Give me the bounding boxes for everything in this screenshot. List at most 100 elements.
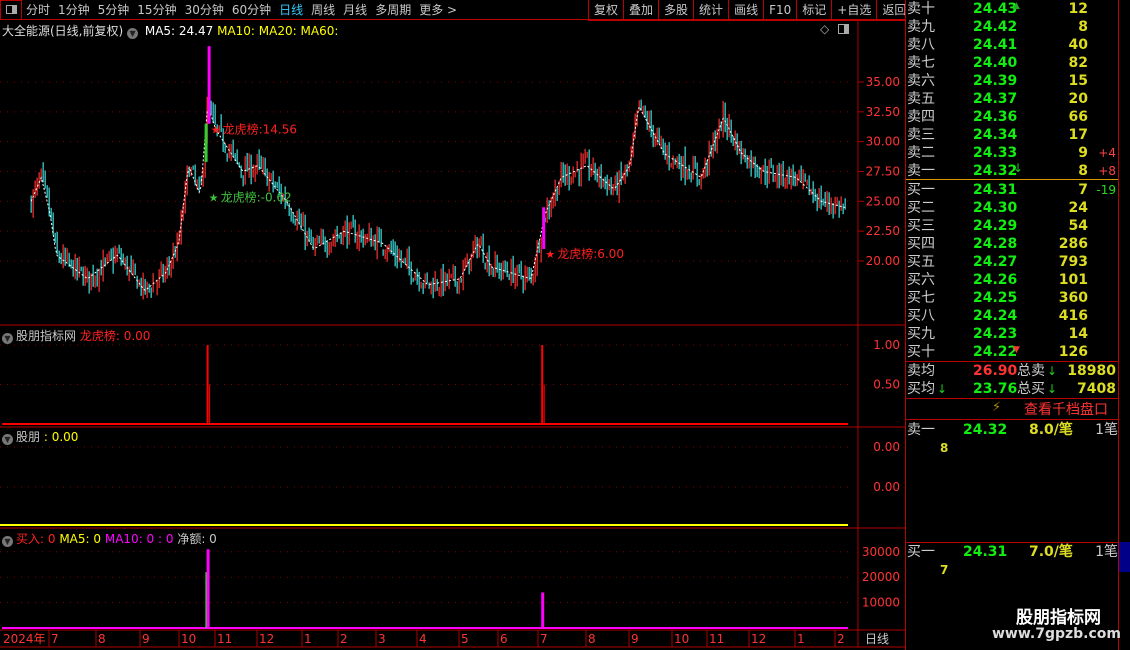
orderbook-row[interactable]: 卖七 24.40 82 bbox=[907, 54, 1118, 72]
star-icon: ★ bbox=[545, 248, 555, 261]
buy1-count: 1笔 bbox=[1095, 544, 1118, 560]
level-volume: 416 bbox=[1058, 308, 1088, 324]
ind1-tick-label: 0.50 bbox=[873, 378, 900, 392]
orderbook-row[interactable]: 买六 24.26 101 bbox=[907, 271, 1118, 289]
level-volume: 9 bbox=[1078, 145, 1088, 161]
orderbook-row[interactable]: 卖五 24.37 20 bbox=[907, 90, 1118, 108]
level-price: 24.37 bbox=[973, 91, 1018, 107]
depth-link[interactable]: 查看千档盘口 bbox=[1024, 399, 1108, 419]
orderbook-row[interactable]: 卖三 24.34 17 bbox=[907, 126, 1118, 144]
level-price: 24.27 bbox=[973, 254, 1018, 270]
level-label: 买九 bbox=[907, 326, 935, 342]
orderbook-row[interactable]: 买七 24.25 360 bbox=[907, 289, 1118, 307]
orderbook-row[interactable]: 卖八 24.41 40 bbox=[907, 36, 1118, 54]
orderbook-row[interactable]: 买八 24.24 416 bbox=[907, 307, 1118, 325]
price-tick-label: 27.50 bbox=[866, 164, 900, 178]
dragon-tiger-label: 龙虎榜:6.00 bbox=[557, 246, 624, 261]
total-sell: 18980 bbox=[1067, 363, 1116, 379]
sell1-per: 8.0/笔 bbox=[1029, 422, 1073, 438]
indicator3-legend: ▼ 买入: 0 MA5: 0 MA10: 0 : 0 净额: 0 bbox=[2, 530, 217, 547]
buy1-price: 24.31 bbox=[963, 544, 1008, 560]
level-label: 卖十 bbox=[907, 1, 935, 17]
level-label: 卖三 bbox=[907, 127, 935, 143]
level-volume: 12 bbox=[1068, 1, 1088, 17]
price-tick-label: 30.00 bbox=[866, 135, 900, 149]
level-label: 买四 bbox=[907, 236, 935, 252]
ind1-tick-label: 1.00 bbox=[873, 338, 900, 352]
level-label: 买十 bbox=[907, 344, 935, 360]
date-tick-label: 12 bbox=[751, 632, 766, 646]
level-volume: 101 bbox=[1058, 272, 1088, 288]
date-tick-label: 10 bbox=[181, 632, 196, 646]
buy1-per: 7.0/笔 bbox=[1029, 544, 1073, 560]
date-tick-label: 12 bbox=[259, 632, 274, 646]
date-tick-label: 7 bbox=[540, 632, 548, 646]
limit-up-candle bbox=[207, 46, 211, 124]
arrow-up-icon: ▲ bbox=[1013, 1, 1020, 11]
ind3-ma5: MA5: 0 bbox=[59, 532, 102, 546]
level-change: +8 bbox=[1098, 164, 1116, 178]
sell1-price: 24.32 bbox=[963, 422, 1008, 438]
dropdown-icon[interactable]: ▼ bbox=[2, 434, 13, 445]
date-tick-label: 8 bbox=[588, 632, 596, 646]
level-label: 卖一 bbox=[907, 163, 935, 179]
level-volume: 8 bbox=[1078, 19, 1088, 35]
ind2-tick-label: 0.00 bbox=[873, 480, 900, 494]
date-tick-label: 2024年 bbox=[3, 632, 46, 646]
level-label: 卖五 bbox=[907, 91, 935, 107]
orderbook-row[interactable]: 卖九 24.42 8 bbox=[907, 18, 1118, 36]
avg-sell-row: 卖均 26.90 总卖 ↓ 18980 bbox=[907, 362, 1118, 380]
level-price: 24.29 bbox=[973, 218, 1018, 234]
scroll-indicator[interactable] bbox=[1119, 542, 1130, 572]
indicator2-legend: ▼ 股朋 : 0.00 bbox=[2, 428, 78, 445]
sell1-qty: 8 bbox=[940, 441, 949, 455]
orderbook-row[interactable]: 买一 24.31 7 -19 bbox=[907, 181, 1118, 199]
orderbook-row[interactable]: 卖二 24.33 9 +4 bbox=[907, 144, 1118, 162]
orderbook-row[interactable]: 买九 24.23 14 bbox=[907, 325, 1118, 343]
level-price: 24.36 bbox=[973, 109, 1018, 125]
period-label: 日线 bbox=[865, 632, 889, 646]
buy1-qty: 7 bbox=[940, 563, 949, 577]
indicator1-value: 龙虎榜: 0.00 bbox=[79, 329, 151, 343]
orderbook-row[interactable]: 买五 24.27 793 bbox=[907, 253, 1118, 271]
orderbook-row[interactable]: 卖四 24.36 66 bbox=[907, 108, 1118, 126]
level-label: 买五 bbox=[907, 254, 935, 270]
volume-bar bbox=[206, 549, 210, 628]
dropdown-icon[interactable]: ▼ bbox=[2, 333, 13, 344]
buy-value: 买入: 0 bbox=[16, 532, 56, 546]
level-price: 24.43 bbox=[973, 1, 1018, 17]
orderbook-row[interactable]: 买三 24.29 54 bbox=[907, 217, 1118, 235]
level-volume: 24 bbox=[1068, 200, 1088, 216]
dropdown-icon[interactable]: ▼ bbox=[2, 536, 13, 547]
level-price: 24.28 bbox=[973, 236, 1018, 252]
date-tick-label: 9 bbox=[142, 632, 150, 646]
orderbook-row[interactable]: 买四 24.28 286 bbox=[907, 235, 1118, 253]
watermark-logo: 股朋指标网 bbox=[1016, 608, 1101, 628]
avg-sell-label: 卖均 bbox=[907, 363, 935, 379]
avg-buy-row: 买均 ↓ 23.76 总买 ↓ 7408 bbox=[907, 380, 1118, 398]
level-volume: 40 bbox=[1068, 37, 1088, 53]
avg-sell: 26.90 bbox=[973, 363, 1018, 379]
watermark-url: www.7gpzb.com bbox=[992, 626, 1122, 642]
level-label: 买七 bbox=[907, 290, 935, 306]
date-tick-label: 10 bbox=[674, 632, 689, 646]
lightning-icon: ⚡ bbox=[992, 400, 1002, 415]
indicator2-name: 股朋 bbox=[16, 430, 41, 444]
level-change: +4 bbox=[1098, 146, 1116, 160]
sell1-label: 卖一 bbox=[907, 422, 935, 438]
price-tick-label: 32.50 bbox=[866, 105, 900, 119]
level-price: 24.42 bbox=[973, 19, 1018, 35]
level-price: 24.34 bbox=[973, 127, 1018, 143]
price-tick-label: 25.00 bbox=[866, 194, 900, 208]
avg-buy: 23.76 bbox=[973, 381, 1018, 397]
orderbook-row[interactable]: 买二 24.30 24 bbox=[907, 199, 1118, 217]
star-icon: ★ bbox=[211, 124, 221, 137]
level-volume: 15 bbox=[1068, 73, 1088, 89]
orderbook-row[interactable]: 卖六 24.39 15 bbox=[907, 72, 1118, 90]
sell1-detail: 卖一 24.32 8.0/笔 1笔 bbox=[907, 421, 1118, 439]
price-tick-label: 35.00 bbox=[866, 75, 900, 89]
level-volume: 126 bbox=[1058, 344, 1088, 360]
level-label: 卖九 bbox=[907, 19, 935, 35]
level-volume: 82 bbox=[1068, 55, 1088, 71]
kline-chart[interactable]: 35.0032.5030.0027.5025.0022.5020.00★ 龙虎榜:… bbox=[0, 0, 905, 650]
